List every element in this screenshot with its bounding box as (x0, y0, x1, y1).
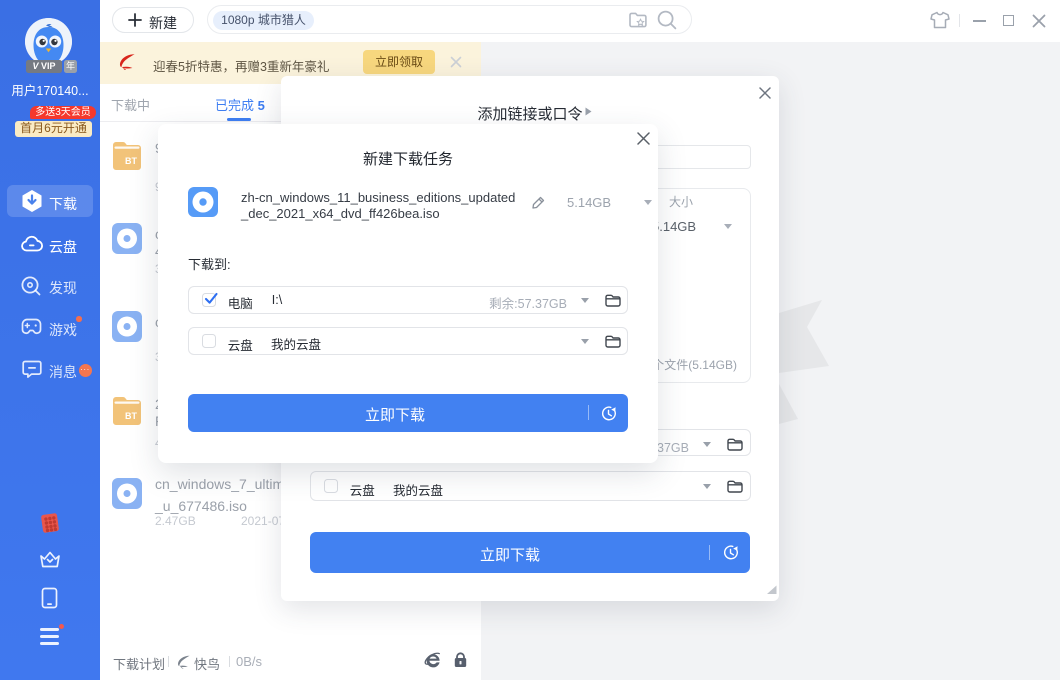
svg-text:BT: BT (125, 156, 137, 166)
svg-text:BT: BT (125, 411, 137, 421)
